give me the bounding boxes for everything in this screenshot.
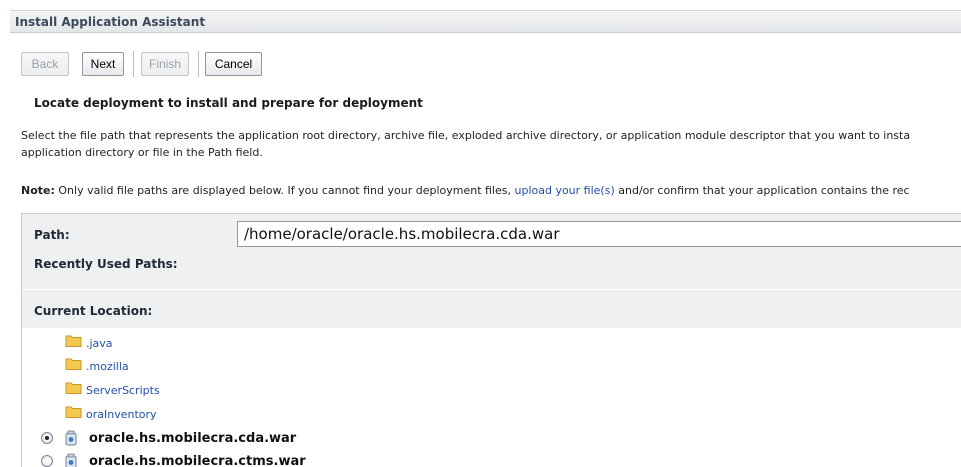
finish-button[interactable]: Finish xyxy=(141,52,189,76)
note-text-tail: and/or confirm that your application con… xyxy=(614,184,910,197)
instructions: Select the file path that represents the… xyxy=(21,127,910,161)
file-label[interactable]: oracle.hs.mobilecra.ctms.war xyxy=(89,454,306,467)
recently-used-paths-label: Recently Used Paths: xyxy=(34,257,178,271)
current-location-label: Current Location: xyxy=(34,304,153,318)
folder-label[interactable]: .java xyxy=(86,337,113,350)
toolbar-separator xyxy=(198,51,199,77)
instructions-line-2: application directory or file in the Pat… xyxy=(21,146,263,159)
next-button[interactable]: Next xyxy=(82,52,124,76)
cancel-button[interactable]: Cancel xyxy=(205,52,262,76)
folder-icon xyxy=(65,382,82,394)
current-location-header xyxy=(22,290,961,328)
folder-icon xyxy=(65,335,82,347)
instructions-line-1: Select the file path that represents the… xyxy=(21,129,911,142)
back-button[interactable]: Back xyxy=(21,52,69,76)
note-text: Only valid file paths are displayed belo… xyxy=(54,184,515,197)
window-title: Install Application Assistant xyxy=(10,10,961,33)
archive-icon xyxy=(65,453,77,467)
file-radio[interactable] xyxy=(41,455,53,467)
file-label[interactable]: oracle.hs.mobilecra.cda.war xyxy=(89,431,296,446)
note-label: Note: xyxy=(21,184,55,197)
folder-icon xyxy=(65,358,82,370)
path-label: Path: xyxy=(34,228,70,242)
path-input[interactable]: /home/oracle/oracle.hs.mobilecra.cda.war xyxy=(237,221,961,247)
toolbar-separator xyxy=(133,51,134,77)
folder-label[interactable]: oraInventory xyxy=(86,408,157,421)
file-radio[interactable] xyxy=(41,432,53,444)
note: Note: Only valid file paths are displaye… xyxy=(21,184,910,197)
page-heading: Locate deployment to install and prepare… xyxy=(34,96,423,110)
archive-icon xyxy=(65,430,77,446)
folder-label[interactable]: ServerScripts xyxy=(86,384,160,397)
folder-label[interactable]: .mozilla xyxy=(86,360,129,373)
folder-icon xyxy=(65,406,82,418)
upload-files-link[interactable]: upload your file(s) xyxy=(514,184,614,197)
